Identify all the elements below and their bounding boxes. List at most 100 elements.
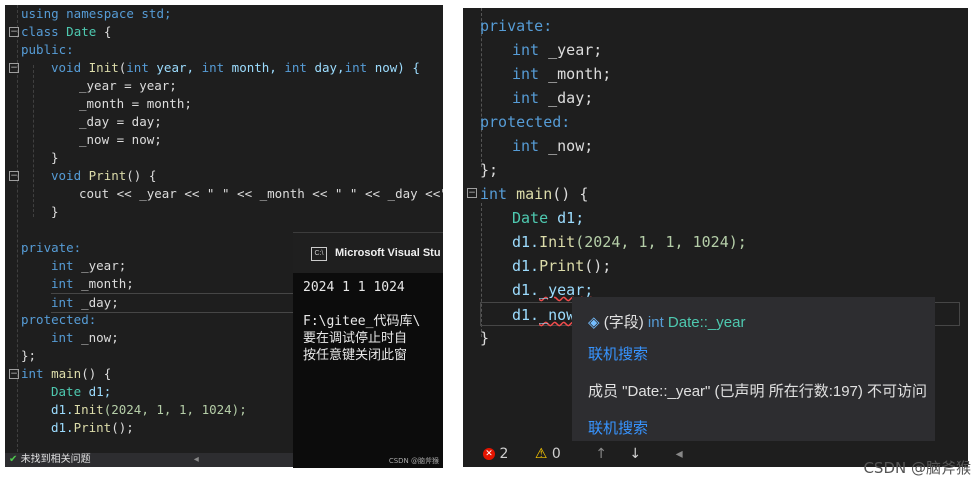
code-line[interactable]: _month = month; — [79, 95, 192, 113]
code-line[interactable]: private: — [480, 14, 552, 38]
code-line[interactable]: Date d1; — [512, 206, 584, 230]
status-text[interactable]: 未找到相关问题 — [21, 454, 91, 465]
code-line[interactable]: protected: — [21, 311, 96, 329]
quickinfo-tooltip: ◈ (字段) int Date::_year 联机搜索 成员 "Date::_y… — [572, 297, 935, 449]
code-text: (2024, — [575, 233, 630, 251]
code-text: { — [103, 24, 112, 39]
code-line[interactable]: }; — [480, 158, 498, 182]
fold-toggle-icon[interactable]: − — [9, 27, 19, 37]
warnings-indicator[interactable]: ⚠ 0 — [535, 446, 561, 462]
search-online-link[interactable]: 联机搜索 — [588, 417, 648, 438]
code-line[interactable]: int _now; — [512, 134, 593, 158]
code-text: }; — [21, 348, 37, 363]
code-text: 1, — [178, 402, 195, 417]
code-line[interactable]: int main() { — [21, 365, 111, 383]
code-text: int — [51, 295, 74, 310]
symbol-name: Date::_year — [667, 314, 746, 331]
code-text: d1. — [512, 233, 540, 251]
code-line[interactable]: void Init(int year, int month, int day,i… — [51, 59, 420, 77]
console-tab[interactable]: C:\ Microsoft Visual Stu — [293, 233, 443, 273]
code-text: (); — [111, 420, 134, 435]
fold-toggle-icon[interactable]: − — [9, 63, 19, 73]
code-line[interactable]: int _now; — [51, 329, 119, 347]
code-text: d1. — [512, 306, 540, 324]
code-text: 1, — [638, 233, 657, 251]
current-line[interactable]: int _day; — [51, 293, 301, 313]
code-line[interactable]: int _month; — [51, 275, 134, 293]
code-line[interactable]: int _year; — [51, 257, 126, 275]
code-line[interactable]: void Print() { — [51, 167, 156, 185]
code-line[interactable]: }; — [21, 347, 36, 365]
code-text: int — [51, 258, 74, 273]
code-line[interactable]: _day = day; — [79, 113, 162, 131]
code-text: d1. — [512, 281, 540, 299]
scroll-left-icon[interactable]: ◂ — [194, 454, 199, 465]
errors-indicator[interactable]: ✕ 2 — [483, 446, 508, 462]
code-text: () { — [552, 185, 589, 203]
code-text: day, — [314, 60, 345, 75]
code-line[interactable]: _year = year; — [79, 77, 177, 95]
code-text: 1024); — [692, 233, 747, 251]
code-line[interactable]: d1.Print(); — [51, 419, 134, 437]
fold-toggle-icon[interactable]: − — [467, 188, 477, 198]
scroll-left-icon[interactable]: ◂ — [676, 446, 683, 462]
code-text: } — [51, 204, 59, 219]
code-text: Init — [73, 402, 104, 417]
code-line[interactable]: _now = now; — [79, 131, 162, 149]
code-text: _month = month; — [79, 96, 192, 111]
code-text: } — [480, 329, 490, 347]
field-icon: ◈ — [588, 314, 600, 331]
watermark: CSDN @脑斧猴 — [388, 457, 439, 465]
warning-count: 0 — [551, 446, 561, 462]
code-text: int — [51, 276, 74, 291]
code-text: class — [21, 24, 59, 39]
code-text: int — [512, 89, 540, 107]
code-line[interactable]: int main() { — [480, 182, 588, 206]
code-text: main — [516, 185, 553, 203]
arrow-down-icon[interactable]: ↓ — [629, 446, 641, 462]
code-line[interactable]: private: — [21, 239, 81, 257]
error-icon: ✕ — [483, 448, 495, 460]
code-line[interactable]: } — [51, 203, 59, 221]
code-text: int — [284, 60, 307, 75]
code-line[interactable]: Date d1; — [51, 383, 111, 401]
console-window[interactable]: C:\ Microsoft Visual Stu 2024 1 1 1024 F:… — [293, 232, 443, 468]
error-count: 2 — [499, 446, 509, 462]
code-line[interactable]: using namespace std; — [21, 5, 172, 23]
code-line[interactable]: cout << _year << " " << _month << " " <<… — [79, 185, 443, 203]
code-text: (2024, — [103, 402, 149, 417]
code-text: int — [21, 366, 44, 381]
code-line[interactable]: d1.Print(); — [512, 254, 611, 278]
console-line: 要在调试停止时自 — [303, 331, 408, 346]
arrow-up-icon[interactable]: ↑ — [595, 446, 607, 462]
code-line[interactable]: d1.Init(2024, 1, 1, 1024); — [51, 401, 247, 419]
code-line[interactable]: protected: — [480, 110, 570, 134]
code-line[interactable]: int _day; — [512, 86, 593, 110]
code-text: int — [512, 137, 540, 155]
code-text: void — [51, 168, 82, 183]
code-text: year, — [156, 60, 195, 75]
fold-toggle-icon[interactable]: − — [9, 171, 19, 181]
error-message: 成员 "Date::_year" (已声明 所在行数:197) 不可访问 — [588, 383, 928, 400]
fold-toggle-icon[interactable]: − — [9, 369, 19, 379]
code-text: () { — [126, 168, 157, 183]
code-line[interactable]: int _month; — [512, 62, 611, 86]
code-line[interactable]: class Date { — [21, 23, 111, 41]
code-line[interactable]: } — [51, 149, 59, 167]
code-text: Date — [66, 24, 97, 39]
search-online-link[interactable]: 联机搜索 — [588, 343, 648, 364]
code-line[interactable]: int _year; — [512, 38, 602, 62]
code-text: } — [51, 150, 59, 165]
code-line[interactable]: public: — [21, 41, 74, 59]
code-text: 1024); — [201, 402, 247, 417]
code-line[interactable]: } — [480, 326, 489, 350]
indent-guide — [17, 5, 18, 467]
code-text: int — [126, 60, 149, 75]
code-text: }; — [480, 161, 499, 179]
code-line[interactable]: d1.Init(2024, 1, 1, 1024); — [512, 230, 747, 254]
code-text: month, — [231, 60, 277, 75]
code-text: _now = now; — [79, 132, 162, 147]
code-text: _now; — [81, 330, 119, 345]
code-text: Init — [88, 60, 119, 75]
code-text: int — [512, 65, 540, 83]
